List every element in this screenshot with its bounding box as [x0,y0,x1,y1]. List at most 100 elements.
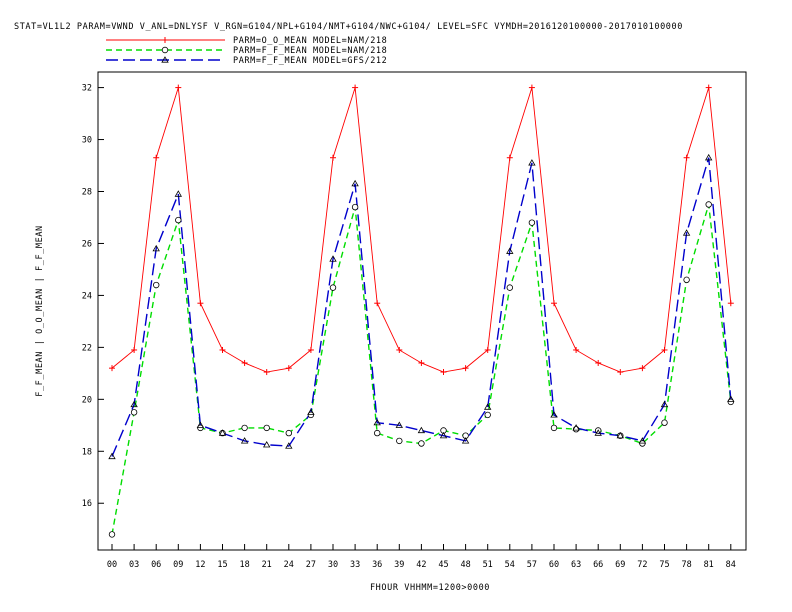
data-point-1 [418,440,425,447]
circle-marker [528,219,536,226]
x-tick-label: 09 [173,560,183,570]
x-tick-label: 84 [726,560,736,570]
triangle-marker [417,426,426,434]
circle-marker [263,424,270,432]
x-tick-label: 45 [438,560,448,570]
data-point-1 [175,216,182,224]
plot-frame [97,71,747,551]
data-point-1 [329,284,337,291]
series-line-0 [111,87,732,373]
legend-label-1: PARM=F_F_MEAN MODEL=NAM/218 [233,46,387,56]
x-tick-label: 21 [262,560,272,570]
y-tick-label: 30 [82,136,92,146]
y-tick-label: 28 [82,188,92,198]
circle-marker [550,424,558,432]
y-axis-label: F_F_MEAN | O_O_MEAN | F_F_MEAN [35,225,45,397]
series-line-2 [111,157,732,457]
x-tick-label: 36 [372,560,382,570]
circle-marker [241,424,248,432]
y-axis: 16 18 20 22 24 26 28 30 32 [82,84,104,509]
x-tick-label: 66 [593,560,603,570]
circle-marker [484,411,491,419]
data-point-0 [617,369,624,376]
x-tick-label: 57 [527,560,537,570]
legend: PARM=O_O_MEAN MODEL=NAM/218PARM=F_F_MEAN… [106,36,387,66]
data-point-1 [661,419,668,426]
data-point-0 [595,359,602,366]
x-tick-label: 48 [460,560,470,570]
circle-marker [661,419,668,426]
data-point-0 [528,84,535,91]
x-tick-label: 39 [394,560,404,570]
circle-marker [161,46,169,54]
data-point-0 [727,300,734,307]
data-point-0 [241,359,248,366]
data-point-1 [108,531,116,538]
circle-marker [418,440,425,447]
y-tick-label: 18 [82,447,92,457]
circle-marker [683,276,690,284]
x-tick-label: 54 [505,560,515,570]
x-tick-label: 63 [571,560,581,570]
legend-marker-0 [162,37,168,43]
chart-title: STAT=VL1L2 PARAM=VWND V_ANL=DNLYSF V_RGN… [14,22,683,32]
circle-marker [396,437,403,445]
data-point-0 [551,300,557,307]
data-point-1 [683,276,690,284]
x-tick-label: 60 [549,560,559,570]
x-tick-label: 18 [239,560,249,570]
y-tick-label: 24 [82,291,92,301]
circle-marker [285,429,292,437]
legend-label-2: PARM=F_F_MEAN MODEL=GFS/212 [233,56,387,66]
data-point-0 [374,300,381,307]
x-tick-label: 81 [704,560,714,570]
x-axis-label: FHOUR VHHMM=1200>0000 [370,583,490,593]
x-tick-label: 78 [681,560,691,570]
x-tick-label: 51 [483,560,493,570]
data-point-0 [396,346,403,353]
data-point-0 [506,154,513,161]
data-point-0 [153,154,160,161]
data-point-1 [528,219,536,226]
circle-marker [130,409,138,416]
legend-marker-1 [161,46,169,54]
data-point-0 [330,154,336,161]
circle-marker [108,531,116,538]
x-tick-label: 24 [284,560,294,570]
y-tick-label: 22 [82,343,92,353]
data-point-1 [263,424,270,432]
data-point-0 [418,359,425,366]
data-point-0 [219,346,226,353]
data-point-1 [506,284,513,291]
series-lines [111,87,732,535]
data-point-1 [374,429,381,437]
data-point-0 [440,369,447,376]
data-point-1 [130,409,138,416]
circle-marker [374,429,381,437]
x-tick-label: 00 [107,560,117,570]
data-point-1 [396,437,403,445]
circle-marker [572,426,580,433]
circle-marker [329,284,337,291]
legend-label-0: PARM=O_O_MEAN MODEL=NAM/218 [233,36,387,46]
data-point-0 [683,154,690,161]
y-tick-label: 20 [82,395,92,405]
x-tick-label: 12 [195,560,205,570]
x-tick-label: 15 [217,560,227,570]
x-tick-label: 72 [637,560,647,570]
data-point-0 [705,84,712,91]
data-point-0 [263,369,270,376]
data-point-1 [351,203,359,211]
circle-marker [152,281,160,289]
circle-marker [506,284,513,291]
y-tick-label: 16 [82,499,92,509]
x-tick-label: 75 [659,560,669,570]
line-chart: STAT=VL1L2 PARAM=VWND V_ANL=DNLYSF V_RGN… [14,22,747,593]
x-axis: 00 03 06 09 12 15 18 21 24 27 30 33 36 39 42 45 48 51 54 57… [107,544,736,570]
data-point-1 [152,281,160,289]
y-tick-label: 26 [82,239,92,249]
x-tick-label: 42 [416,560,426,570]
series-markers [108,84,735,538]
x-tick-label: 69 [615,560,625,570]
circle-marker [705,201,712,208]
